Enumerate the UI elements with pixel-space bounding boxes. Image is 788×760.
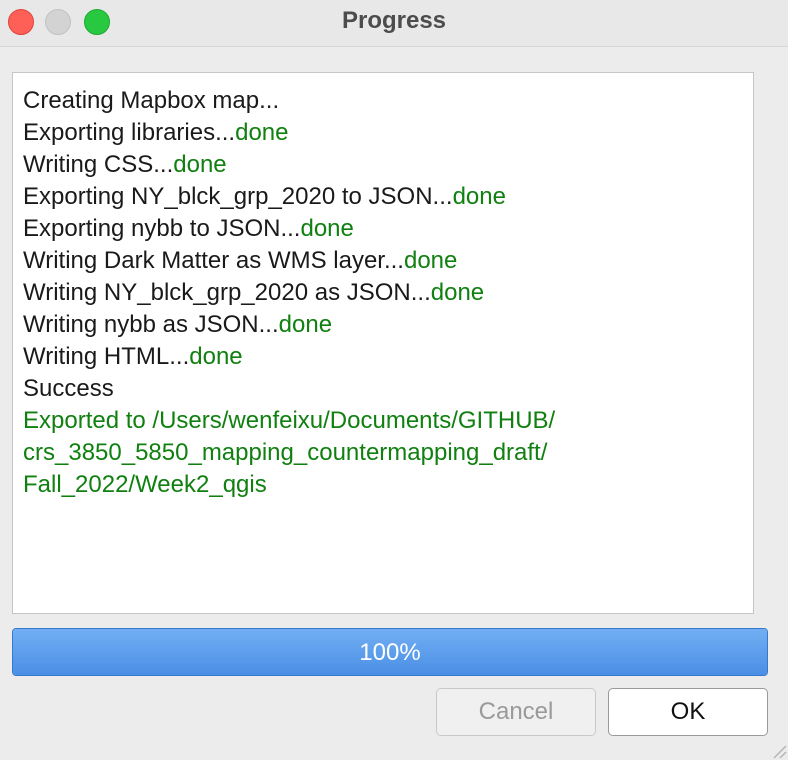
log-line: Writing NY_blck_grp_2020 as JSON...done xyxy=(23,279,485,306)
export-result-line: Exported to /Users/wenfeixu/Documents/GI… xyxy=(23,407,556,434)
done-label: done xyxy=(173,151,227,178)
done-label: done xyxy=(403,247,458,274)
done-label: done xyxy=(300,215,354,242)
log-line: Exporting nybb to JSON...done xyxy=(23,215,354,242)
log-line: Success xyxy=(23,375,114,402)
done-label: done xyxy=(189,343,243,370)
log-line: Writing CSS...done xyxy=(23,151,227,178)
progress-bar: 100% xyxy=(12,628,768,676)
window-title: Progress xyxy=(341,7,447,34)
log-line: Writing Dark Matter as WMS layer...done xyxy=(23,247,458,274)
cancel-button[interactable]: Cancel xyxy=(436,688,596,736)
export-result-line: Fall_2022/Week2_qgis xyxy=(23,471,267,498)
ok-button[interactable]: OK xyxy=(608,688,768,736)
log-line: Exporting libraries...done xyxy=(23,119,289,146)
log-line: Writing HTML...done xyxy=(23,343,243,370)
progress-log[interactable]: Creating Mapbox map... Exporting librari… xyxy=(12,72,754,614)
progress-percent-label: 100% xyxy=(359,639,421,666)
progress-dialog: Progress Creating Mapbox map... Exportin… xyxy=(0,0,788,760)
done-label: done xyxy=(430,279,485,306)
resize-grip-icon[interactable] xyxy=(764,736,788,760)
done-label: done xyxy=(278,311,333,338)
log-line: Exporting NY_blck_grp_2020 to JSON...don… xyxy=(23,183,506,210)
done-label: done xyxy=(235,119,289,146)
done-label: done xyxy=(452,183,506,210)
title-bar: Progress xyxy=(0,0,788,47)
log-line: Writing nybb as JSON...done xyxy=(23,311,333,338)
export-result-line: crs_3850_5850_mapping_countermapping_dra… xyxy=(23,439,548,466)
log-line: Creating Mapbox map... xyxy=(23,87,280,114)
